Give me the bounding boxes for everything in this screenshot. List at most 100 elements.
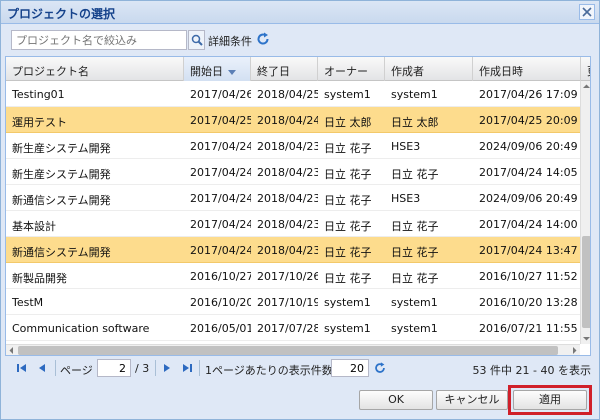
cell-owner: system1 bbox=[324, 88, 371, 101]
cell-owner: system1 bbox=[324, 296, 371, 309]
table-row[interactable]: 新通信システム開発 2017/04/24 2018/04/23 日立 花子 HSE3 20… bbox=[6, 185, 580, 211]
cell-owner: 日立 花子 bbox=[324, 246, 372, 259]
cell-creator: 日立 花子 bbox=[391, 246, 439, 259]
scroll-down-icon bbox=[583, 337, 590, 341]
cell-project-name: 新生産システム開発 bbox=[12, 142, 111, 155]
cell-start-date: 2017/04/24 bbox=[190, 218, 251, 231]
cell-project-name: 新生産システム開発 bbox=[12, 168, 111, 181]
sort-desc-icon bbox=[228, 69, 236, 75]
cell-end-date: 2018/04/23 bbox=[257, 192, 318, 205]
cell-owner: 日立 花子 bbox=[324, 220, 372, 233]
cell-start-date: 2017/04/24 bbox=[190, 140, 251, 153]
cell-end-date: 2017/10/19 bbox=[257, 296, 318, 309]
cell-end-date: 2018/04/23 bbox=[257, 166, 318, 179]
scroll-left-icon bbox=[9, 347, 13, 354]
cell-creator: 日立 太郎 bbox=[391, 116, 439, 129]
horizontal-scroll-thumb[interactable] bbox=[18, 346, 558, 355]
search-icon[interactable] bbox=[188, 30, 205, 50]
cell-creator: system1 bbox=[391, 296, 438, 309]
project-grid: プロジェクト名 開始日 終了日 オーナー 作成者 作成日時 更 Testing0… bbox=[5, 56, 591, 356]
table-row[interactable]: 新生産システム開発 2017/04/24 2018/04/23 日立 花子 HSE3 20… bbox=[6, 133, 580, 159]
cell-end-date: 2017/10/26 bbox=[257, 270, 318, 283]
close-icon[interactable] bbox=[579, 4, 595, 20]
search-input[interactable] bbox=[11, 30, 187, 50]
cell-creator: system1 bbox=[391, 88, 438, 101]
column-header-end-date[interactable]: 終了日 bbox=[251, 57, 318, 81]
cell-start-date: 2016/10/27 bbox=[190, 270, 251, 283]
last-page-icon[interactable] bbox=[180, 361, 194, 375]
cell-end-date: 2018/04/23 bbox=[257, 218, 318, 231]
cell-created-at: 2024/09/06 20:49 bbox=[479, 140, 578, 153]
scroll-up-icon bbox=[583, 84, 590, 88]
column-header-start-date[interactable]: 開始日 bbox=[184, 57, 251, 81]
cell-owner: 日立 花子 bbox=[324, 168, 372, 181]
cell-creator: 日立 花子 bbox=[391, 272, 439, 285]
column-header-owner[interactable]: オーナー bbox=[318, 57, 385, 81]
vertical-scroll-thumb[interactable] bbox=[582, 236, 590, 328]
cell-creator: HSE3 bbox=[391, 140, 421, 153]
cell-project-name: 基本設計 bbox=[12, 220, 56, 233]
per-page-input[interactable] bbox=[331, 359, 369, 377]
cell-project-name: TestM bbox=[12, 296, 44, 309]
cell-creator: system1 bbox=[391, 322, 438, 335]
vertical-scrollbar[interactable] bbox=[580, 81, 590, 344]
pager-separator bbox=[55, 360, 56, 376]
table-row[interactable]: 新通信システム開発 2017/04/24 2018/04/23 日立 花子 日立 花子 2… bbox=[6, 237, 580, 263]
grid-header: プロジェクト名 開始日 終了日 オーナー 作成者 作成日時 更 bbox=[6, 57, 590, 81]
scroll-right-icon bbox=[573, 347, 577, 354]
cell-creator: 日立 花子 bbox=[391, 168, 439, 181]
total-pages: / 3 bbox=[135, 362, 150, 375]
table-row[interactable]: Testing01 2017/04/26 2018/04/25 system1 syst… bbox=[6, 81, 580, 107]
cell-project-name: 運用テスト bbox=[12, 116, 67, 129]
range-info: 53 件中 21 - 40 を表示 bbox=[472, 364, 591, 377]
table-row[interactable]: Communication software 2016/05/01 2017/07/… bbox=[6, 315, 580, 341]
table-row[interactable]: 新製品開発 2016/10/27 2017/10/26 日立 花子 日立 花子 2016/… bbox=[6, 263, 580, 289]
apply-button[interactable]: 適用 bbox=[513, 390, 587, 410]
detail-conditions-link[interactable]: 詳細条件 bbox=[208, 33, 252, 49]
cell-created-at: 2017/04/24 14:00 bbox=[479, 218, 578, 231]
cell-end-date: 2017/07/28 bbox=[257, 322, 318, 335]
table-row[interactable]: 新生産システム開発 2017/04/24 2018/04/23 日立 花子 日立 花子 2… bbox=[6, 159, 580, 185]
dialog-titlebar: プロジェクトの選択 bbox=[1, 1, 599, 24]
column-header-label: 開始日 bbox=[190, 65, 223, 78]
refresh-icon[interactable] bbox=[255, 31, 271, 47]
cell-start-date: 2017/04/24 bbox=[190, 244, 251, 257]
project-select-dialog: プロジェクトの選択 詳細条件 プロジェクト名 開始日 終了日 オーナー 作成者 … bbox=[0, 0, 600, 420]
cell-project-name: Communication software bbox=[12, 322, 150, 335]
cancel-button[interactable]: キャンセル bbox=[436, 390, 508, 410]
pager-separator bbox=[199, 360, 200, 376]
column-header-creator[interactable]: 作成者 bbox=[385, 57, 473, 81]
cell-created-at: 2017/04/25 20:09 bbox=[479, 114, 578, 127]
cell-start-date: 2017/04/24 bbox=[190, 192, 251, 205]
next-page-icon[interactable] bbox=[160, 361, 174, 375]
cell-creator: HSE3 bbox=[391, 192, 421, 205]
ok-button[interactable]: OK bbox=[359, 390, 433, 410]
cell-created-at: 2017/04/26 17:09 bbox=[479, 88, 578, 101]
table-row[interactable]: TestM 2016/10/20 2017/10/19 system1 system1 2… bbox=[6, 289, 580, 315]
current-page-input[interactable] bbox=[97, 359, 131, 377]
cell-start-date: 2016/10/20 bbox=[190, 296, 251, 309]
first-page-icon[interactable] bbox=[15, 361, 29, 375]
column-header-updated[interactable]: 更 bbox=[581, 57, 590, 81]
cell-project-name: 新製品開発 bbox=[12, 272, 67, 285]
search-toolbar: 詳細条件 bbox=[5, 27, 595, 54]
table-row[interactable]: 運用テスト 2017/04/25 2018/04/24 日立 太郎 日立 太郎 2017/… bbox=[6, 107, 580, 133]
cell-created-at: 2016/07/21 11:55 bbox=[479, 322, 578, 335]
pager-separator bbox=[155, 360, 156, 376]
column-header-created-at[interactable]: 作成日時 bbox=[473, 57, 581, 81]
cell-owner: 日立 花子 bbox=[324, 194, 372, 207]
cell-owner: system1 bbox=[324, 322, 371, 335]
cell-project-name: 新通信システム開発 bbox=[12, 194, 111, 207]
table-row[interactable]: 基本設計 2017/04/24 2018/04/23 日立 花子 日立 花子 2017/0… bbox=[6, 211, 580, 237]
cell-start-date: 2017/04/25 bbox=[190, 114, 251, 127]
prev-page-icon[interactable] bbox=[35, 361, 49, 375]
per-page-label: 1ページあたりの表示件数 bbox=[205, 364, 333, 377]
cell-project-name: Testing01 bbox=[12, 88, 65, 101]
cell-start-date: 2017/04/24 bbox=[190, 166, 251, 179]
cell-project-name: 新通信システム開発 bbox=[12, 246, 111, 259]
column-header-project-name[interactable]: プロジェクト名 bbox=[6, 57, 184, 81]
cell-owner: 日立 花子 bbox=[324, 272, 372, 285]
refresh-icon[interactable] bbox=[373, 361, 387, 375]
cell-start-date: 2016/05/01 bbox=[190, 322, 251, 335]
horizontal-scrollbar[interactable] bbox=[6, 344, 580, 355]
